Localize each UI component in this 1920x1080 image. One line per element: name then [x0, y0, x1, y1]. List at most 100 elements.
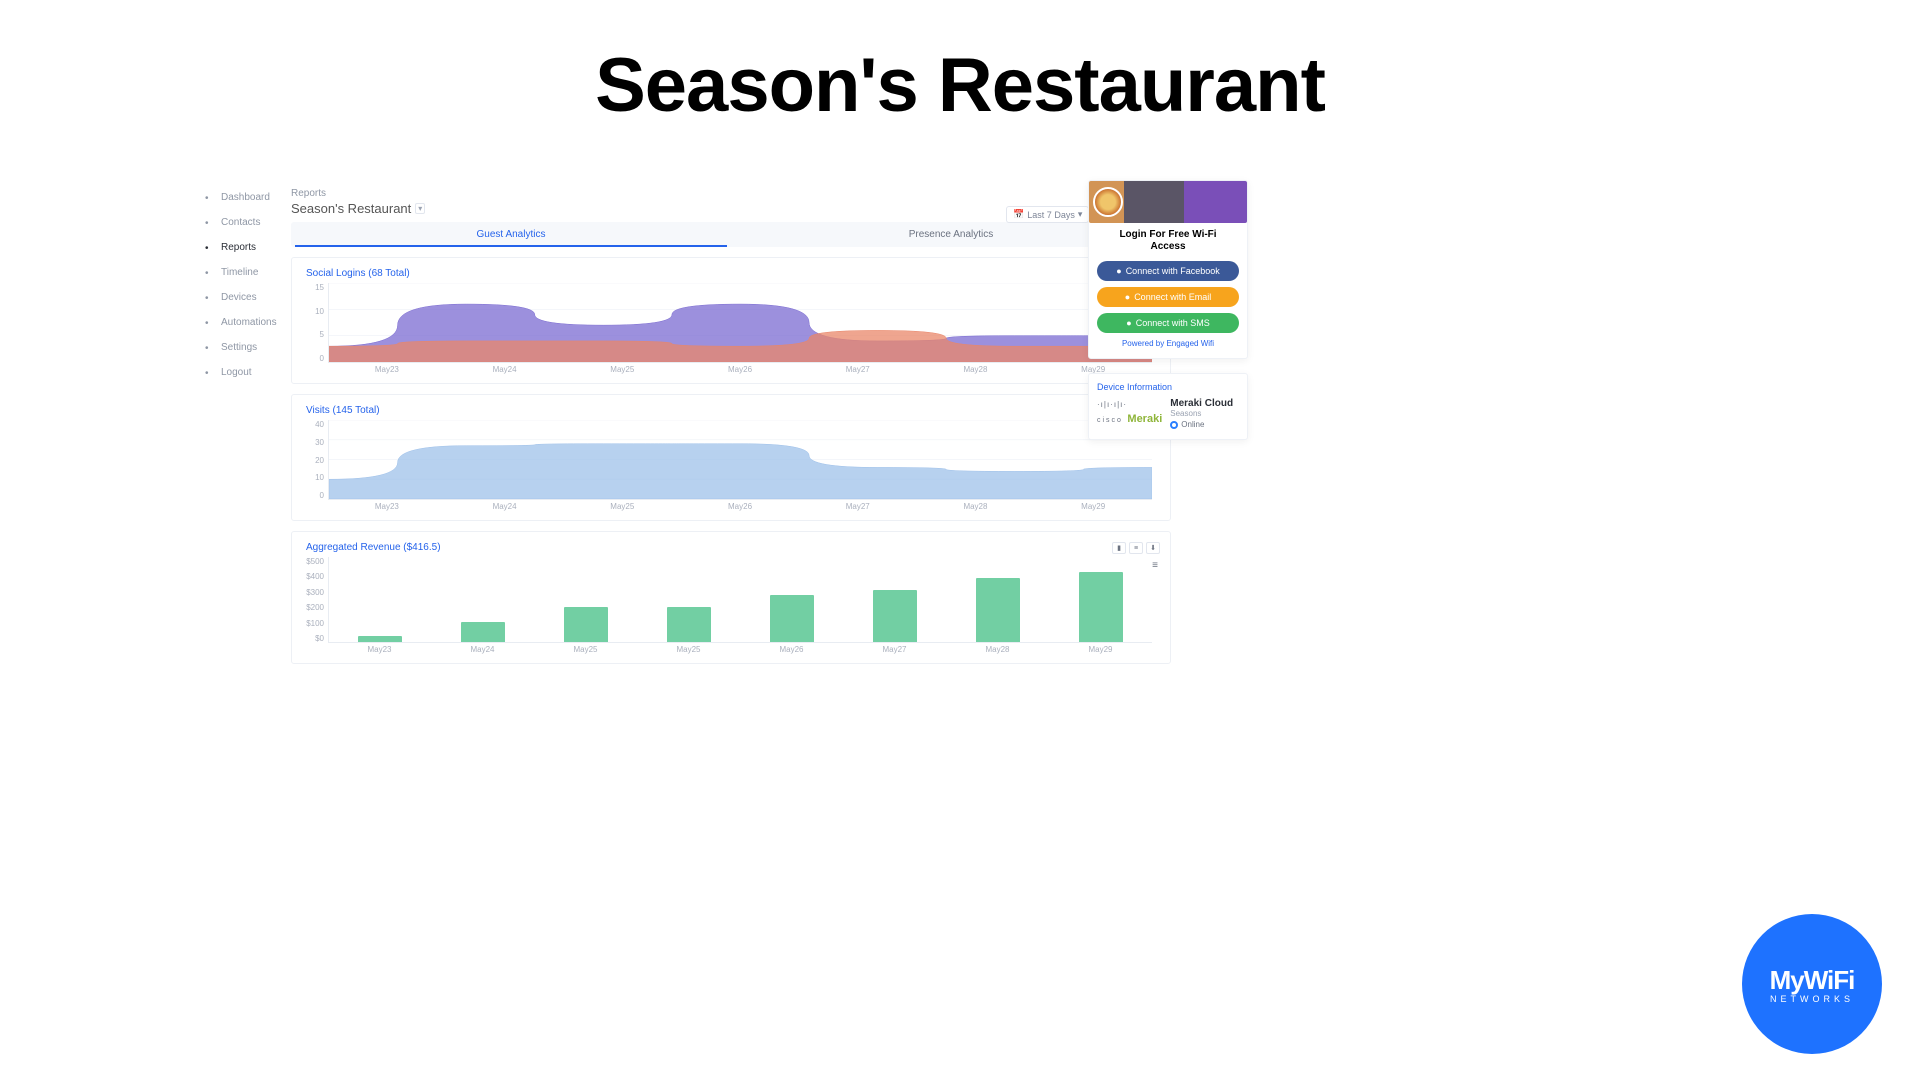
panel-title: Social Logins (68 Total): [306, 268, 1156, 279]
sidebar-item-label: Dashboard: [221, 192, 270, 203]
bar: [461, 622, 505, 643]
panel-title: Aggregated Revenue ($416.5): [306, 542, 1156, 553]
y-tick: $100: [306, 619, 324, 628]
chat-icon: ●: [1126, 318, 1131, 328]
x-tick: May29: [1034, 502, 1152, 514]
social-logins-panel: Social Logins (68 Total) ▮ ≡ ⬇ ≡ 151050M…: [291, 257, 1171, 384]
venue-logo: [1093, 187, 1123, 217]
login-hero-image: [1089, 181, 1247, 223]
tab-guest-analytics[interactable]: Guest Analytics: [291, 222, 731, 247]
powered-by-link[interactable]: Powered by Engaged Wifi: [1097, 339, 1239, 348]
device-subtitle: Seasons: [1170, 409, 1233, 418]
revenue-chart: $500$400$300$200$100$0May23May24May25May…: [306, 557, 1156, 657]
hero-title: Season's Restaurant: [0, 0, 1920, 129]
automation-icon: •: [205, 318, 215, 328]
download-icon: ⬇: [1150, 544, 1156, 552]
x-tick: May25: [534, 645, 637, 657]
x-tick: May25: [563, 365, 681, 377]
login-preview-card: Login For Free Wi-Fi Access ●Connect wit…: [1088, 180, 1248, 359]
visits-chart: 403020100May23May24May25May26May27May28M…: [306, 420, 1156, 514]
device-info-card: Device Information ·ı|ı·ı|ı· cisco Merak…: [1088, 373, 1248, 440]
panel-title: Visits (145 Total): [306, 405, 1156, 416]
sidebar-item-label: Logout: [221, 367, 252, 378]
connect-with-sms-button[interactable]: ● Connect with SMS: [1097, 313, 1239, 333]
list-view-button[interactable]: ≡: [1129, 542, 1143, 554]
wifi-icon: •: [205, 293, 215, 303]
button-label: Connect with SMS: [1136, 318, 1210, 328]
sidebar-item-contacts[interactable]: •Contacts: [205, 213, 287, 238]
revenue-panel: Aggregated Revenue ($416.5) ▮ ≡ ⬇ ≡ $500…: [291, 531, 1171, 664]
y-tick: $500: [306, 557, 324, 566]
login-heading: Login For Free Wi-Fi Access: [1101, 229, 1235, 253]
chevron-down-icon: ▾: [1078, 209, 1083, 220]
chevron-down-icon: ▾: [415, 203, 425, 214]
device-name: Meraki Cloud: [1170, 398, 1233, 409]
x-tick: May27: [799, 365, 917, 377]
sidebar-item-label: Timeline: [221, 267, 258, 278]
y-tick: 15: [315, 283, 324, 292]
x-tick: May28: [946, 645, 1049, 657]
button-label: Connect with Facebook: [1126, 266, 1220, 276]
y-tick: $400: [306, 572, 324, 581]
x-tick: May24: [446, 502, 564, 514]
sidebar-item-label: Reports: [221, 242, 256, 253]
clock-icon: •: [205, 268, 215, 278]
plot-area: [328, 420, 1152, 500]
sidebar-item-settings[interactable]: • Settings: [205, 338, 287, 363]
connect-with-facebook-button[interactable]: ●Connect with Facebook: [1097, 261, 1239, 281]
y-axis: 151050: [306, 283, 324, 363]
y-axis: $500$400$300$200$100$0: [306, 557, 324, 643]
bar-chart-icon: ▮: [1117, 544, 1121, 552]
sidebar-item-timeline[interactable]: • Timeline: [205, 263, 287, 288]
date-range-picker[interactable]: 📅 Last 7 Days ▾: [1006, 206, 1089, 223]
y-axis: 403020100: [306, 420, 324, 500]
connect-with-email-button[interactable]: ●Connect with Email: [1097, 287, 1239, 307]
x-tick: May28: [917, 502, 1035, 514]
sidebar: •Dashboard•Contacts•Reports•Timeline•Dev…: [205, 188, 287, 388]
brand-line1: MyWiFi: [1770, 965, 1855, 996]
vendor-top-text: cisco: [1097, 417, 1123, 424]
sidebar-item-dashboard[interactable]: • Dashboard: [205, 188, 287, 213]
preview-column: Login For Free Wi-Fi Access ●Connect wit…: [1088, 180, 1248, 454]
breadcrumb: Reports: [291, 188, 1171, 199]
x-tick: May28: [917, 365, 1035, 377]
x-axis: May23May24May25May26May27May28May29: [328, 365, 1152, 377]
bar: [667, 607, 711, 643]
social-logins-chart: 151050 May23May24May25May26May27May28May2…: [306, 283, 1156, 377]
plot-area: [328, 557, 1152, 643]
x-tick: May23: [328, 645, 431, 657]
sidebar-item-logout[interactable]: •Logout: [205, 363, 287, 388]
x-tick: May26: [740, 645, 843, 657]
x-tick: May25: [563, 502, 681, 514]
x-axis: May23May24May25May26May27May28May29: [328, 502, 1152, 514]
plot-area: [328, 283, 1152, 363]
mail-icon: ●: [1125, 292, 1130, 302]
x-axis: May23May24May25May25May26May27May28May29: [328, 645, 1152, 657]
device-status: Online: [1170, 420, 1233, 429]
download-button[interactable]: ⬇: [1146, 542, 1160, 554]
sidebar-item-automations[interactable]: •Automations: [205, 313, 287, 338]
chart-view-button[interactable]: ▮: [1112, 542, 1126, 554]
gauge-icon: •: [205, 193, 215, 203]
brand-badge: MyWiFi NETWORKS: [1742, 914, 1882, 1054]
x-tick: May29: [1049, 645, 1152, 657]
list-icon: ≡: [1134, 545, 1138, 552]
sidebar-item-devices[interactable]: •Devices: [205, 288, 287, 313]
vendor-main-text: Meraki: [1127, 413, 1162, 425]
y-tick: 10: [315, 473, 324, 482]
bar: [873, 590, 917, 643]
sidebar-item-label: Settings: [221, 342, 257, 353]
bar: [976, 578, 1020, 643]
x-tick: May26: [681, 502, 799, 514]
vendor-logo: ·ı|ı·ı|ı· cisco Meraki: [1097, 401, 1162, 427]
x-tick: May23: [328, 502, 446, 514]
y-tick: $300: [306, 588, 324, 597]
sidebar-item-reports[interactable]: •Reports: [205, 238, 287, 263]
main-content: Reports Season's Restaurant ▾ 📅 Last 7 D…: [291, 188, 1171, 674]
x-tick: May23: [328, 365, 446, 377]
y-tick: 0: [320, 491, 324, 500]
page-title-text: Season's Restaurant: [291, 201, 411, 216]
calendar-icon: 📅: [1013, 209, 1024, 220]
gear-icon: •: [205, 343, 215, 353]
y-tick: 30: [315, 438, 324, 447]
